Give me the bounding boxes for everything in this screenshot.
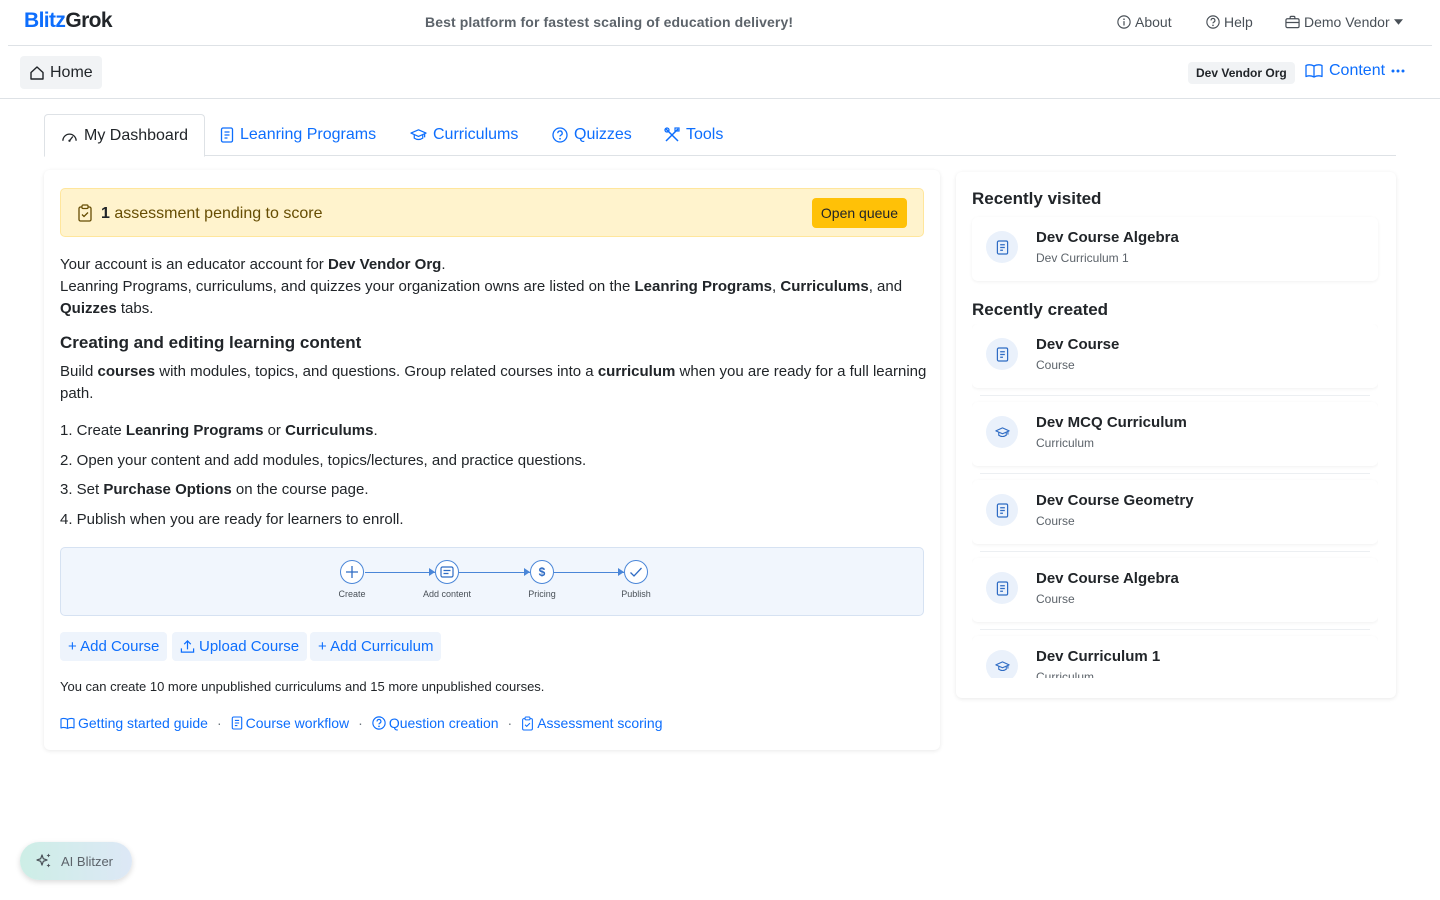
tools-icon — [664, 127, 680, 142]
caret-down-icon — [1393, 19, 1403, 25]
info-icon — [1117, 15, 1131, 29]
course-icon — [986, 572, 1018, 604]
getting-started-guide-link[interactable]: Getting started guide — [60, 715, 208, 731]
add-course-button[interactable]: + Add Course — [60, 632, 168, 661]
divider — [980, 395, 1370, 396]
assessment-scoring-link[interactable]: Assessment scoring — [521, 715, 663, 731]
tab-tools[interactable]: Tools — [648, 114, 739, 156]
plus-icon — [340, 560, 364, 584]
course-icon — [986, 338, 1018, 370]
account-dropdown[interactable]: Demo Vendor — [1285, 14, 1403, 30]
step-2: 2. Open your content and add modules, to… — [60, 452, 587, 469]
question-circle-icon — [552, 127, 568, 143]
recent-created-item[interactable]: Dev Course Course — [972, 324, 1378, 388]
course-icon — [986, 231, 1018, 263]
recent-visited-item[interactable]: Dev Course Algebra Dev Curriculum 1 — [972, 217, 1378, 281]
question-circle-icon — [1206, 15, 1220, 29]
book-icon — [60, 717, 75, 729]
graduation-cap-icon — [986, 650, 1018, 678]
pending-assessment-alert: 1 assessment pending to score Open queue — [60, 188, 924, 237]
speedometer-icon — [62, 132, 77, 142]
journal-text-icon — [231, 716, 242, 730]
recent-created-item[interactable]: Dev Curriculum 1 Curriculum — [972, 636, 1378, 678]
divider — [980, 551, 1370, 552]
workflow-diagram: Create Add content $ Pricing Publish — [60, 547, 924, 616]
help-guides: Getting started guide · Course workflow … — [60, 715, 663, 731]
org-badge: Dev Vendor Org — [1188, 62, 1295, 84]
main-tabs: My Dashboard Leanring Programs Curriculu… — [44, 114, 1396, 157]
clipboard-check-icon — [78, 204, 92, 222]
top-navbar: BlitzGrok Best platform for fastest scal… — [8, 0, 1432, 46]
clipboard-check-icon — [522, 716, 534, 731]
tab-quizzes[interactable]: Quizzes — [536, 114, 648, 156]
tab-curriculums[interactable]: Curriculums — [394, 114, 534, 156]
workflow-step-create: Create — [312, 560, 392, 599]
recently-visited-heading: Recently visited — [972, 189, 1102, 208]
step-1: 1. Create Leanring Programs or Curriculu… — [60, 422, 378, 439]
tagline: Best platform for fastest scaling of edu… — [425, 14, 794, 30]
divider — [980, 473, 1370, 474]
recent-activity-card: Recently visited Dev Course Algebra Dev … — [956, 172, 1396, 698]
book-icon — [1305, 64, 1323, 78]
unpublished-limit-note: You can create 10 more unpublished curri… — [60, 679, 545, 694]
step-4: 4. Publish when you are ready for learne… — [60, 511, 404, 528]
tab-my-dashboard[interactable]: My Dashboard — [44, 114, 206, 157]
graduation-cap-icon — [410, 129, 427, 141]
course-workflow-link[interactable]: Course workflow — [231, 715, 349, 731]
briefcase-icon — [1285, 15, 1300, 29]
question-creation-link[interactable]: Question creation — [372, 715, 499, 731]
add-curriculum-button[interactable]: + Add Curriculum — [310, 632, 442, 661]
recently-created-heading: Recently created — [972, 300, 1109, 319]
upload-icon — [180, 640, 195, 653]
help-link[interactable]: Help — [1206, 14, 1253, 30]
workflow-step-add-content: Add content — [407, 560, 487, 599]
divider — [980, 629, 1370, 630]
question-circle-icon — [372, 716, 386, 730]
section-heading: Creating and editing learning content — [60, 333, 362, 352]
account-intro: Your account is an educator account for … — [60, 256, 903, 317]
sparkles-icon — [36, 853, 51, 868]
recent-created-item[interactable]: Dev MCQ Curriculum Curriculum — [972, 402, 1378, 466]
secondary-bar: Home Dev Vendor Org Content — [0, 46, 1440, 99]
upload-course-button[interactable]: Upload Course — [172, 632, 308, 661]
dollar-icon: $ — [530, 560, 554, 584]
step-3: 3. Set Purchase Options on the course pa… — [60, 481, 369, 498]
home-button[interactable]: Home — [20, 56, 102, 89]
check-icon — [624, 560, 648, 584]
card-text-icon — [435, 560, 459, 584]
course-icon — [986, 494, 1018, 526]
tab-learning-programs[interactable]: Leanring Programs — [204, 114, 392, 156]
section-description: Build courses with modules, topics, and … — [60, 363, 927, 402]
alert-message: 1 assessment pending to score — [101, 205, 323, 222]
dashboard-card: 1 assessment pending to score Open queue… — [44, 170, 940, 750]
recent-created-item[interactable]: Dev Course Algebra Course — [972, 558, 1378, 622]
journal-text-icon — [220, 127, 234, 143]
ai-blitzer-button[interactable]: AI Blitzer — [20, 842, 132, 880]
house-icon — [30, 65, 44, 80]
brand-logo[interactable]: BlitzGrok — [24, 9, 113, 33]
recently-created-list[interactable]: Dev Course Course Dev MCQ Curriculum Cur… — [972, 324, 1378, 678]
recent-created-item[interactable]: Dev Course Geometry Course — [972, 480, 1378, 544]
open-queue-button[interactable]: Open queue — [811, 198, 907, 228]
content-menu[interactable]: Content — [1305, 62, 1405, 80]
about-link[interactable]: About — [1117, 14, 1172, 30]
workflow-step-pricing: $ Pricing — [502, 560, 582, 599]
workflow-step-publish: Publish — [596, 560, 676, 599]
more-dots-icon — [1391, 69, 1405, 73]
graduation-cap-icon — [986, 416, 1018, 448]
